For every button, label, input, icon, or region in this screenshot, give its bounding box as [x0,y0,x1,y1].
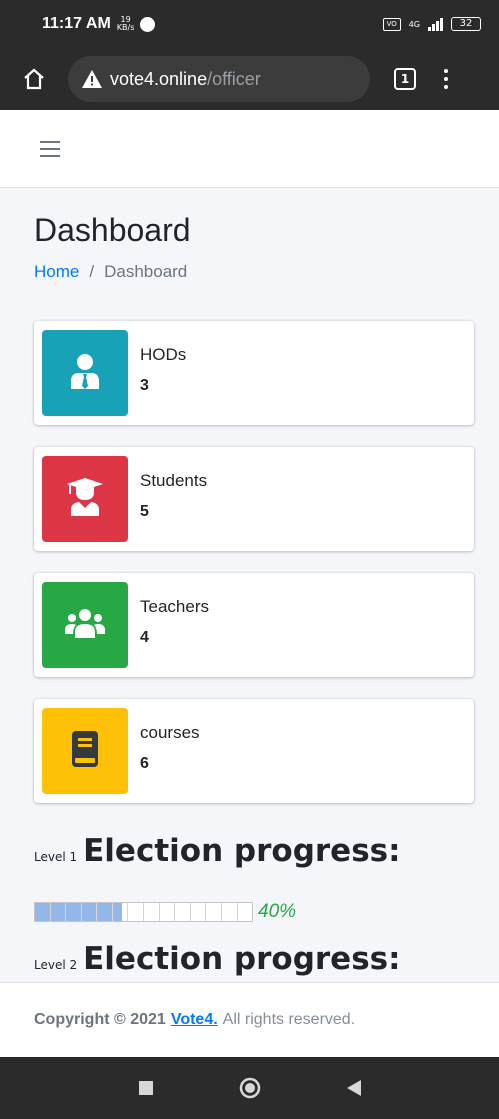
info-box-icon-bg [42,330,128,416]
user-tie-icon [69,353,101,393]
graduate-icon [67,478,103,520]
footer-rights: All rights reserved. [222,1011,356,1028]
breadcrumb-separator: / [89,262,95,281]
info-box-label: HODs [140,345,187,364]
info-box-teachers[interactable]: Teachers 4 [34,573,474,677]
status-icons: VO 4G 32 [382,17,481,31]
breadcrumb-home-link[interactable]: Home [34,262,79,281]
back-button[interactable] [343,1077,365,1099]
signal-icon [428,17,443,31]
network-type: 4G [408,19,420,29]
page-footer: Copyright © 2021 Vote4. All rights reser… [0,982,499,1057]
info-box-icon-bg [42,582,128,668]
info-box-label: Students [140,471,208,490]
election-level-label: Level 1 [34,850,78,864]
info-box-number: 3 [140,377,149,394]
breadcrumb-current: Dashboard [104,262,188,281]
app-navbar [0,110,499,188]
tab-switcher-button[interactable]: 1 [394,68,416,90]
status-bar: 11:17 AM 19 KB/s VO 4G 32 [0,0,499,48]
election-progress-bar-row: 40% [34,901,296,923]
home-button[interactable] [239,1077,261,1099]
footer-copyright: Copyright © 2021 [34,1011,166,1028]
info-box-number: 5 [140,503,149,520]
info-box-number: 6 [140,755,149,772]
election-progress-title: Election progress: [83,833,401,869]
address-bar[interactable]: vote4.online/officer [68,56,370,102]
network-speed: 19 KB/s [116,15,135,32]
warning-icon[interactable] [82,70,102,88]
messenger-icon [140,16,156,32]
book-icon [72,731,98,771]
users-icon [65,608,105,642]
browser-toolbar: vote4.online/officer 1 [0,48,499,110]
info-box-hods[interactable]: HODs 3 [34,321,474,425]
info-box-icon-bg [42,456,128,542]
recents-button[interactable] [135,1077,157,1099]
election-progress-level1: Level 1 Election progress: [34,833,401,869]
system-navigation-bar [0,1057,499,1119]
hamburger-menu-icon[interactable] [40,140,60,157]
info-box-number: 4 [140,629,149,646]
info-box-courses[interactable]: courses 6 [34,699,474,803]
home-icon[interactable] [20,65,48,93]
url-domain: vote4.online [110,68,208,89]
info-box-label: courses [140,723,200,742]
info-box-icon-bg [42,708,128,794]
page-title: Dashboard [34,212,191,248]
battery-icon: 32 [451,17,481,31]
info-box-students[interactable]: Students 5 [34,447,474,551]
url-path: /officer [207,68,261,89]
volte-icon: VO [382,17,401,31]
election-level-label: Level 2 [34,958,78,972]
footer-brand-link[interactable]: Vote4. [171,1011,218,1029]
election-progress-percent: 40% [258,901,297,922]
election-progress-bar [34,902,253,922]
election-progress-title: Election progress: [83,941,401,977]
more-options-icon[interactable] [444,69,448,89]
breadcrumb: Home / Dashboard [34,262,187,282]
status-time: 11:17 AM [42,15,111,32]
info-box-label: Teachers [140,597,209,616]
election-progress-level2: Level 2 Election progress: [34,941,401,977]
